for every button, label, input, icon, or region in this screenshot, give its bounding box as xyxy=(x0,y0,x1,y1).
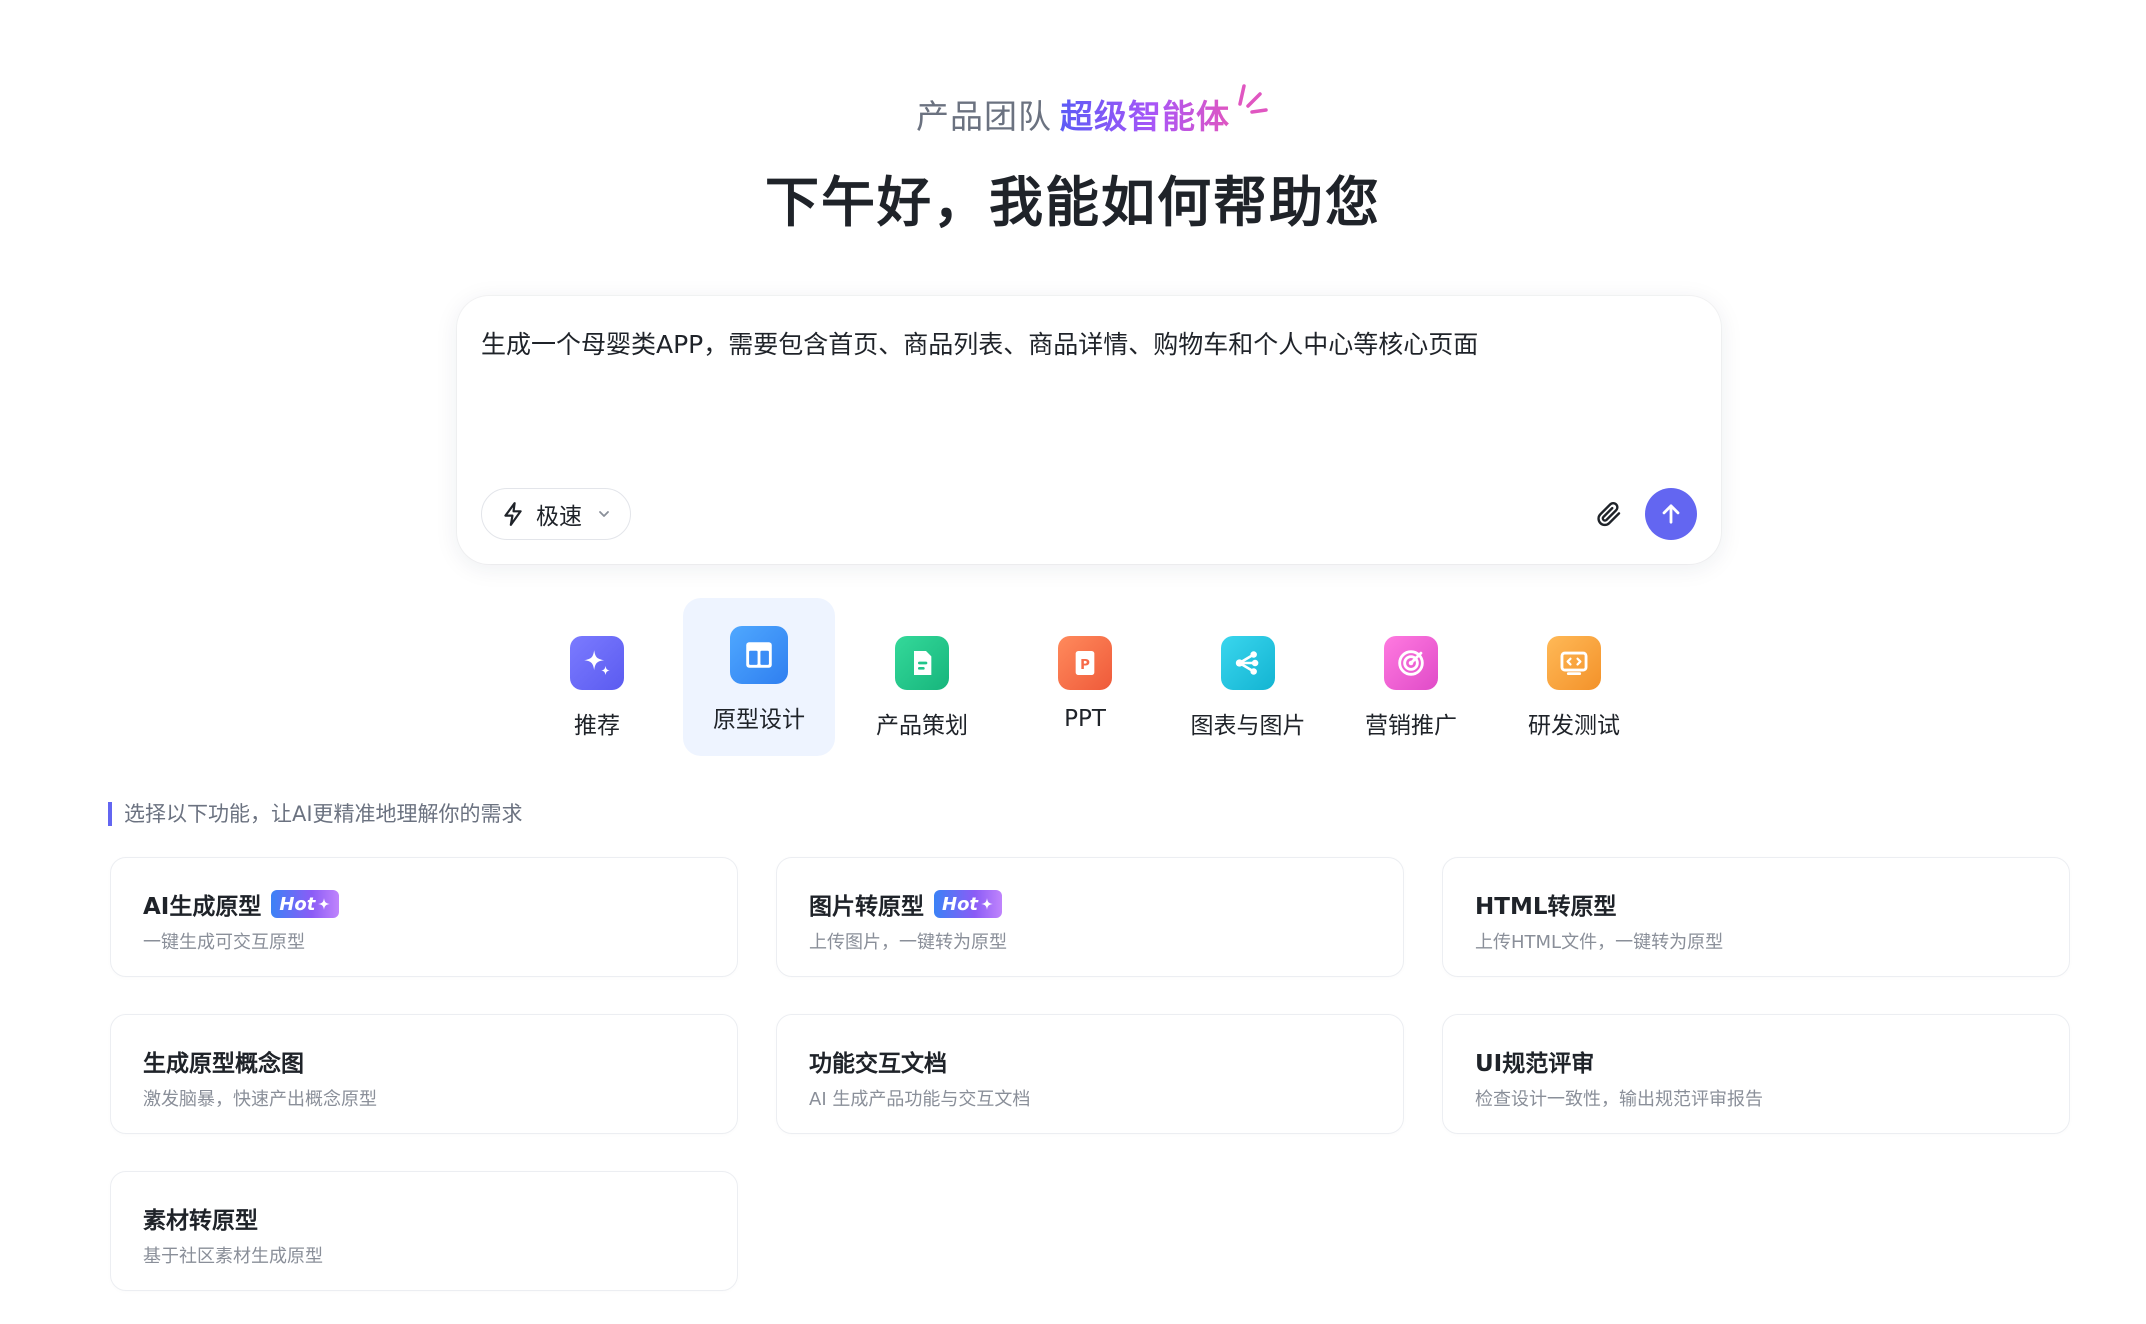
sparkle-decoration-icon xyxy=(1238,84,1268,114)
code-icon xyxy=(1547,636,1601,690)
tab-product-planning[interactable]: 产品策划 xyxy=(846,598,998,756)
prompt-card: 生成一个母婴类APP，需要包含首页、商品列表、商品详情、购物车和个人中心等核心页… xyxy=(457,296,1721,564)
chevron-down-icon xyxy=(599,511,609,517)
ppt-icon: P xyxy=(1058,636,1112,690)
tab-label: 产品策划 xyxy=(876,713,968,739)
tagline-agent: 超级智能体 xyxy=(1060,97,1230,136)
card-desc: 一键生成可交互原型 xyxy=(143,932,305,953)
card-interaction-doc[interactable]: 功能交互文档 AI 生成产品功能与交互文档 xyxy=(776,1014,1404,1134)
card-title-row: HTML转原型 xyxy=(1475,888,2069,920)
tab-label: 图表与图片 xyxy=(1190,713,1306,739)
card-title: 图片转原型 xyxy=(809,894,924,920)
mode-selector[interactable]: 极速 xyxy=(481,488,631,540)
hot-badge: Hot xyxy=(271,890,340,918)
card-title: 功能交互文档 xyxy=(809,1051,947,1077)
hot-badge-label: Hot xyxy=(942,893,979,915)
category-tabs: 推荐 原型设计 产品策划 P PPT 图表与图片 营销推广 研发测试 xyxy=(0,598,2146,758)
card-title: HTML转原型 xyxy=(1475,894,1617,920)
card-html-to-prototype[interactable]: HTML转原型 上传HTML文件，一键转为原型 xyxy=(1442,857,2070,977)
tab-dev-testing[interactable]: 研发测试 xyxy=(1498,598,1650,756)
card-desc: 检查设计一致性，输出规范评审报告 xyxy=(1475,1089,1763,1110)
greeting-title: 下午好，我能如何帮助您 xyxy=(765,171,1381,234)
tab-ppt[interactable]: P PPT xyxy=(1009,598,1161,756)
paperclip-icon xyxy=(1597,501,1621,527)
card-image-to-prototype[interactable]: 图片转原型 Hot 上传图片，一键转为原型 xyxy=(776,857,1404,977)
card-title: UI规范评审 xyxy=(1475,1051,1595,1077)
card-title: 素材转原型 xyxy=(143,1208,258,1234)
lightning-icon xyxy=(504,502,522,526)
card-asset-to-prototype[interactable]: 素材转原型 基于社区素材生成原型 xyxy=(110,1171,738,1291)
tab-marketing[interactable]: 营销推广 xyxy=(1335,598,1487,756)
arrow-up-icon xyxy=(1662,504,1680,524)
card-title-row: 生成原型概念图 xyxy=(143,1045,737,1077)
section-hint: 选择以下功能，让AI更精准地理解你的需求 xyxy=(108,802,523,826)
card-desc: AI 生成产品功能与交互文档 xyxy=(809,1089,1031,1110)
sparkle-small-icon xyxy=(981,898,993,910)
card-title-row: UI规范评审 xyxy=(1475,1045,2069,1077)
tab-label: 推荐 xyxy=(574,713,620,739)
hot-badge: Hot xyxy=(934,890,1003,918)
card-desc: 激发脑暴，快速产出概念原型 xyxy=(143,1089,377,1110)
attach-button[interactable] xyxy=(1591,496,1627,532)
tab-label: 原型设计 xyxy=(713,707,805,733)
tab-label: 研发测试 xyxy=(1528,713,1620,739)
target-icon xyxy=(1384,636,1438,690)
tagline: 产品团队 超级智能体 xyxy=(0,90,2146,138)
card-concept-image[interactable]: 生成原型概念图 激发脑暴，快速产出概念原型 xyxy=(110,1014,738,1134)
card-desc: 上传图片，一键转为原型 xyxy=(809,932,1007,953)
card-title-row: 功能交互文档 xyxy=(809,1045,1403,1077)
document-icon xyxy=(895,636,949,690)
card-title: AI生成原型 xyxy=(143,894,262,920)
page: 产品团队 超级智能体 下午好，我能如何帮助您 生成一个母婴类APP，需要包含首页、… xyxy=(0,0,2146,1324)
card-ai-prototype[interactable]: AI生成原型 Hot 一键生成可交互原型 xyxy=(110,857,738,977)
card-title: 生成原型概念图 xyxy=(143,1051,304,1077)
tab-label: 营销推广 xyxy=(1365,713,1457,739)
svg-text:P: P xyxy=(1080,658,1090,673)
sparkle-icon xyxy=(570,636,624,690)
layout-icon xyxy=(730,626,788,684)
card-title-row: 图片转原型 Hot xyxy=(809,888,1403,920)
hot-badge-label: Hot xyxy=(279,893,316,915)
card-ui-review[interactable]: UI规范评审 检查设计一致性，输出规范评审报告 xyxy=(1442,1014,2070,1134)
mode-label: 极速 xyxy=(536,504,582,530)
share-icon xyxy=(1221,636,1275,690)
card-desc: 上传HTML文件，一键转为原型 xyxy=(1475,932,1724,953)
tab-label: PPT xyxy=(1064,706,1106,732)
sparkle-small-icon xyxy=(318,898,331,910)
card-title-row: 素材转原型 xyxy=(143,1202,737,1234)
card-title-row: AI生成原型 Hot xyxy=(143,888,737,920)
send-button[interactable] xyxy=(1645,488,1697,540)
tagline-team: 产品团队 xyxy=(916,97,1052,136)
tab-recommend[interactable]: 推荐 xyxy=(521,598,673,756)
tab-charts-images[interactable]: 图表与图片 xyxy=(1172,598,1324,756)
card-desc: 基于社区素材生成原型 xyxy=(143,1246,323,1267)
prompt-input[interactable]: 生成一个母婴类APP，需要包含首页、商品列表、商品详情、购物车和个人中心等核心页… xyxy=(481,326,1681,466)
tab-prototype-design[interactable]: 原型设计 xyxy=(683,598,835,756)
